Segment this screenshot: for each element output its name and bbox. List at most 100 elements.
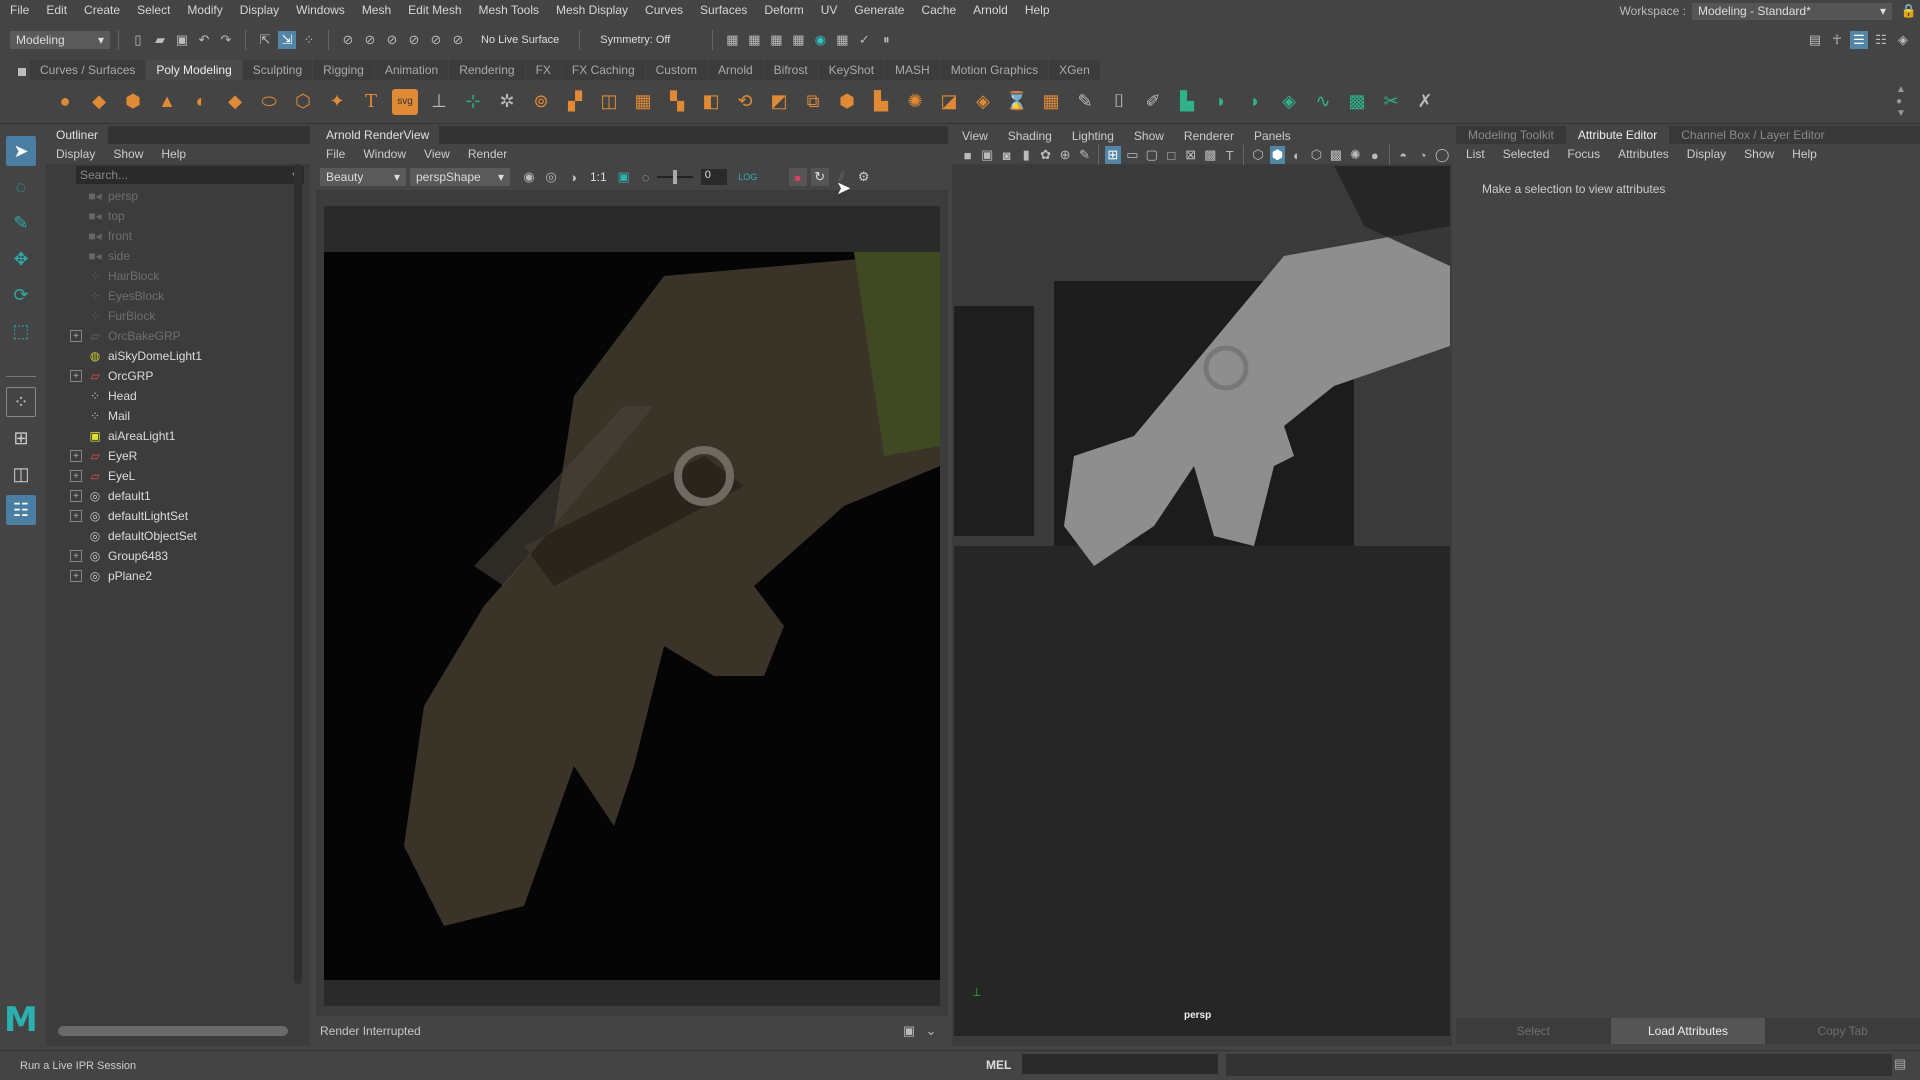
automatic-uv-icon[interactable]: ◈ [1276, 89, 1302, 115]
save-scene-icon[interactable]: ▣ [173, 31, 191, 49]
crop-region-icon[interactable]: ▣ [615, 168, 633, 186]
renderview-menu-file[interactable]: File [326, 147, 345, 161]
symmetry-label[interactable]: Symmetry: Off [600, 34, 670, 46]
open-scene-icon[interactable]: ▰ [151, 31, 169, 49]
merge-icon[interactable]: ▦ [1038, 89, 1064, 115]
outliner-vertical-scrollbar[interactable] [294, 164, 302, 984]
menu-surfaces[interactable]: Surfaces [700, 3, 747, 17]
menu-set-dropdown[interactable]: Modeling ▾ [10, 31, 110, 49]
shelf-tab-keyshot[interactable]: KeyShot [818, 60, 885, 80]
menu-generate[interactable]: Generate [854, 3, 904, 17]
ae-menu-list[interactable]: List [1466, 147, 1485, 161]
menu-modify[interactable]: Modify [187, 3, 222, 17]
default-material-icon[interactable]: ◐ [1289, 146, 1304, 164]
select-hierarchy-icon[interactable]: ⇱ [256, 31, 274, 49]
outliner-menu-display[interactable]: Display [56, 147, 95, 161]
viewport-menu-renderer[interactable]: Renderer [1184, 129, 1234, 143]
outliner-horizontal-scrollbar[interactable] [58, 1026, 288, 1036]
menu-select[interactable]: Select [137, 3, 170, 17]
ae-menu-display[interactable]: Display [1687, 147, 1726, 161]
spherical-uv-icon[interactable]: ◗ [1242, 89, 1268, 115]
bookmark-icon[interactable]: ▮ [1018, 146, 1033, 164]
tab-attribute-editor[interactable]: Attribute Editor [1565, 126, 1670, 144]
camera-attributes-icon[interactable]: ◙ [999, 146, 1014, 164]
expand-icon[interactable]: + [70, 470, 82, 482]
pause-icon[interactable]: ⏸ [877, 31, 895, 49]
expand-icon[interactable]: + [70, 510, 82, 522]
shelf-tab-custom[interactable]: Custom [645, 60, 707, 80]
shelf-tab-animation[interactable]: Animation [374, 60, 449, 80]
menu-uv[interactable]: UV [821, 3, 838, 17]
copy-tab-button[interactable]: Copy Tab [1765, 1018, 1920, 1044]
snap-center-icon[interactable]: ⊘ [449, 31, 467, 49]
attribute-editor-icon[interactable]: ☰ [1850, 31, 1868, 49]
outliner-item[interactable]: + ◎ Group6483 [46, 546, 310, 566]
shelf-tab-curves-surfaces[interactable]: Curves / Surfaces [30, 60, 146, 80]
shelf-tab-bifrost[interactable]: Bifrost [763, 60, 818, 80]
scale-tool-icon[interactable]: ⬚ [6, 316, 36, 346]
expand-icon[interactable]: + [70, 550, 82, 562]
ambient-occlusion-icon[interactable]: ◓ [1395, 146, 1410, 164]
render-frame-icon[interactable]: ▦ [745, 31, 763, 49]
lock-icon[interactable]: 🔒 [1900, 2, 1918, 20]
renderview-menu-window[interactable]: Window [363, 147, 406, 161]
move-tool-icon[interactable]: ✥ [6, 244, 36, 274]
shelf-menu-icon[interactable] [18, 68, 26, 76]
outliner-item[interactable]: + ◎ pPlane2 [46, 566, 310, 586]
field-chart-icon[interactable]: ⊠ [1183, 146, 1198, 164]
shelf-tab-poly-modeling[interactable]: Poly Modeling [146, 60, 242, 80]
select-tool-icon[interactable]: ➤ [6, 136, 36, 166]
outliner-menu-show[interactable]: Show [113, 147, 143, 161]
tool-settings-icon[interactable]: ☷ [1872, 31, 1890, 49]
poly-cube-icon[interactable]: ◆ [86, 89, 112, 115]
gate-mask-icon[interactable]: □ [1164, 146, 1179, 164]
safe-action-icon[interactable]: ▩ [1202, 146, 1217, 164]
lasso-tool-icon[interactable]: ◌ [6, 172, 36, 202]
select-camera-icon[interactable]: ■ [960, 146, 975, 164]
ae-menu-show[interactable]: Show [1744, 147, 1774, 161]
shelf-tab-sculpting[interactable]: Sculpting [242, 60, 313, 80]
multi-cut-icon[interactable]: ✎ [1072, 89, 1098, 115]
poly-disc-icon[interactable]: ⬭ [256, 89, 282, 115]
extrude-icon[interactable]: ◩ [766, 89, 792, 115]
outliner-item[interactable]: + ▱ OrcBakeGRP [46, 326, 310, 346]
aov-dropdown[interactable]: Beauty ▾ [320, 168, 406, 186]
outliner-menu-help[interactable]: Help [161, 147, 186, 161]
ratio-label[interactable]: 1:1 [590, 170, 607, 184]
outliner-item[interactable]: ■◂ side [46, 246, 310, 266]
menu-deform[interactable]: Deform [764, 3, 803, 17]
shelf-scroll-icon[interactable]: ▲ ● ▼ [1896, 84, 1906, 120]
shadows-icon[interactable]: ● [1367, 146, 1382, 164]
combine-icon[interactable]: ⊚ [528, 89, 554, 115]
expand-icon[interactable]: + [70, 370, 82, 382]
shelf-tab-motion-graphics[interactable]: Motion Graphics [940, 60, 1049, 80]
menu-arnold[interactable]: Arnold [973, 3, 1008, 17]
poly-sphere-icon[interactable]: ● [52, 89, 78, 115]
render-settings-icon[interactable]: ▦ [723, 31, 741, 49]
tab-channel-box-layer-editor[interactable]: Channel Box / Layer Editor [1669, 126, 1836, 144]
poly-torus-icon[interactable]: ◐ [188, 89, 214, 115]
poly-cone-icon[interactable]: ▲ [154, 89, 180, 115]
renderview-menu-render[interactable]: Render [468, 147, 507, 161]
outliner-item[interactable]: ⁘ Head [46, 386, 310, 406]
snapshot-icon[interactable]: ▣ [900, 1022, 918, 1040]
command-language-toggle[interactable]: MEL [986, 1054, 1011, 1076]
viewport-menu-show[interactable]: Show [1134, 129, 1164, 143]
menu-create[interactable]: Create [84, 3, 120, 17]
outliner-item[interactable]: ■◂ persp [46, 186, 310, 206]
snap-curve-icon[interactable]: ⊘ [361, 31, 379, 49]
menu-cache[interactable]: Cache [921, 3, 956, 17]
settings-gear-icon[interactable]: ⚙ [855, 168, 873, 186]
outliner-item[interactable]: + ▱ EyeR [46, 446, 310, 466]
select-button[interactable]: Select [1456, 1018, 1611, 1044]
menu-mesh[interactable]: Mesh [362, 3, 391, 17]
textured-icon[interactable]: ▩ [1328, 146, 1343, 164]
wireframe-icon[interactable]: ⬡ [1250, 146, 1265, 164]
chamfer-icon[interactable]: ◈ [970, 89, 996, 115]
render-view-icon[interactable]: ▦ [789, 31, 807, 49]
outliner-item[interactable]: ⁘ FurBlock [46, 306, 310, 326]
tab-modeling-toolkit[interactable]: Modeling Toolkit [1456, 126, 1566, 144]
ae-menu-attributes[interactable]: Attributes [1618, 147, 1669, 161]
alpha-channel-icon[interactable]: ◑ [564, 168, 582, 186]
chevron-down-icon[interactable]: ⌄ [922, 1022, 940, 1040]
